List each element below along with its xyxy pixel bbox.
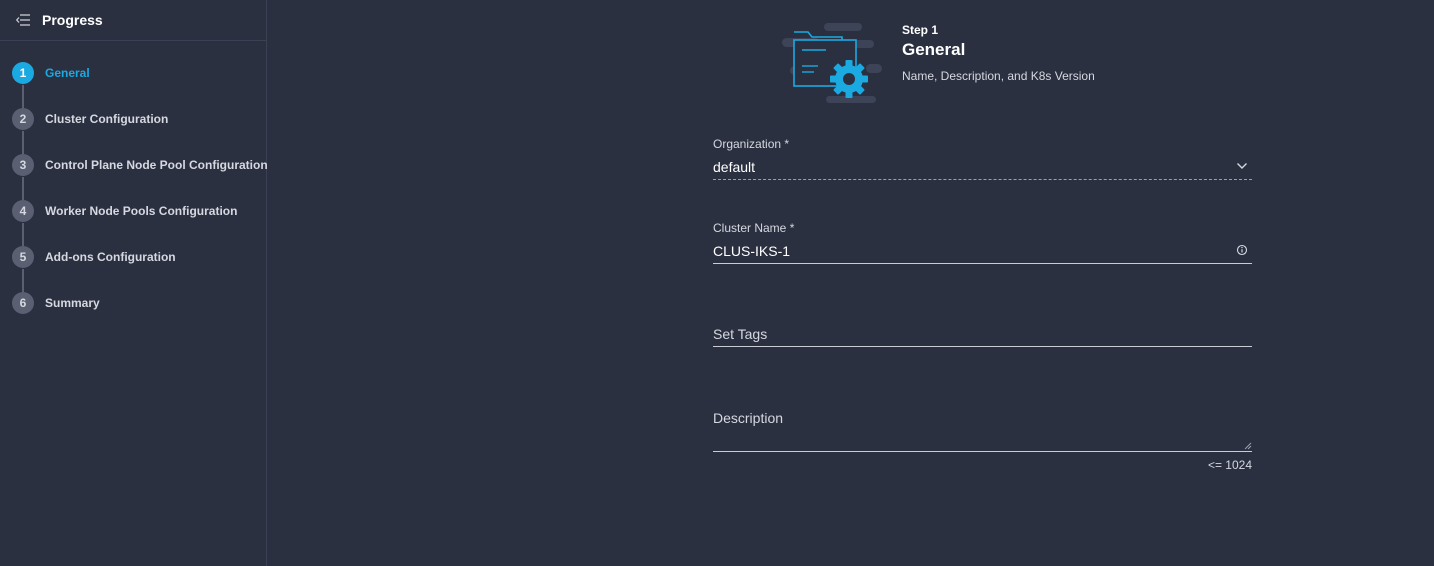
- step-list: 1 General 2 Cluster Configuration 3 Cont…: [0, 62, 268, 338]
- info-icon[interactable]: [1236, 244, 1248, 256]
- organization-select[interactable]: default: [713, 159, 1252, 180]
- cluster-name-field: Cluster Name * CLUS-IKS-1: [713, 221, 1252, 264]
- step-label: General: [45, 66, 90, 80]
- organization-value: default: [713, 159, 756, 175]
- tags-placeholder: Set Tags: [713, 326, 768, 342]
- resize-handle-icon[interactable]: [1244, 442, 1252, 450]
- step-label: Add-ons Configuration: [45, 250, 176, 264]
- collapse-menu-icon[interactable]: [16, 14, 30, 26]
- step-number: 4: [12, 200, 34, 222]
- organization-field: Organization * default: [713, 137, 1252, 180]
- step-number: 3: [12, 154, 34, 176]
- step-connector: [22, 85, 24, 108]
- organization-label: Organization *: [713, 137, 790, 151]
- step-cluster-configuration[interactable]: 2 Cluster Configuration: [0, 108, 267, 154]
- step-connector: [22, 223, 24, 246]
- step-label: Summary: [45, 296, 100, 310]
- step-general[interactable]: 1 General: [0, 62, 267, 108]
- step-connector: [22, 269, 24, 292]
- sidebar-title: Progress: [42, 12, 103, 28]
- step-label: Worker Node Pools Configuration: [45, 204, 238, 218]
- page-title: General: [902, 40, 966, 59]
- step-number: 2: [12, 108, 34, 130]
- step-number: 1: [12, 62, 34, 84]
- description-char-limit: <= 1024: [1207, 458, 1252, 472]
- tags-input[interactable]: Set Tags: [713, 326, 1252, 347]
- step-caption: Step 1: [902, 23, 939, 37]
- cluster-name-value: CLUS-IKS-1: [713, 243, 791, 259]
- page-subtitle: Name, Description, and K8s Version: [902, 69, 1095, 83]
- progress-sidebar: Progress 1 General 2 Cluster Configurati…: [0, 0, 268, 566]
- step-connector: [22, 131, 24, 154]
- cluster-name-label: Cluster Name *: [713, 221, 795, 235]
- folder-gear-illustration: [782, 23, 882, 103]
- step-number: 5: [12, 246, 34, 268]
- step-add-ons-configuration[interactable]: 5 Add-ons Configuration: [0, 246, 267, 292]
- step-worker-node-pools[interactable]: 4 Worker Node Pools Configuration: [0, 200, 267, 246]
- step-number: 6: [12, 292, 34, 314]
- step-control-plane-node-pool[interactable]: 3 Control Plane Node Pool Configuration: [0, 154, 268, 200]
- description-placeholder: Description: [713, 410, 784, 426]
- sidebar-header: Progress: [0, 0, 266, 41]
- step-label: Control Plane Node Pool Configuration: [45, 158, 268, 172]
- description-textarea[interactable]: Description: [713, 410, 1252, 452]
- cluster-name-input[interactable]: CLUS-IKS-1: [713, 243, 1252, 264]
- step-label: Cluster Configuration: [45, 112, 169, 126]
- chevron-down-icon: [1237, 163, 1247, 169]
- step-summary[interactable]: 6 Summary: [0, 292, 267, 338]
- step-connector: [22, 177, 24, 200]
